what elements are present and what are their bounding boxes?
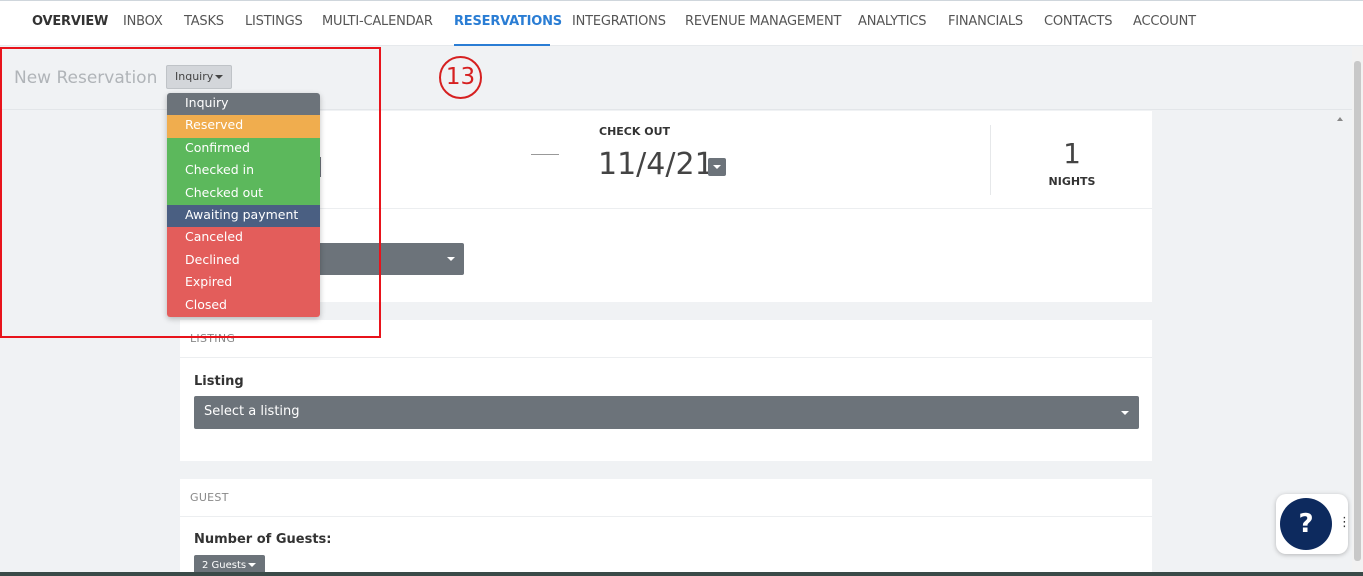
nav-item-reservations[interactable]: RESERVATIONS: [454, 14, 562, 29]
listing-select[interactable]: Select a listing: [194, 396, 1139, 429]
step-number-badge: 13: [439, 56, 482, 99]
chevron-down-icon: [713, 165, 721, 169]
listing-card: LISTING Listing Select a listing: [180, 320, 1152, 461]
guests-dropdown-value: 2 Guests: [202, 560, 247, 571]
help-button[interactable]: ?: [1280, 498, 1332, 550]
nights-label: NIGHTS: [1048, 175, 1096, 188]
chevron-down-icon: [1121, 411, 1129, 415]
nav-item-listings[interactable]: LISTINGS: [245, 14, 303, 29]
chevron-down-icon: [248, 563, 257, 567]
guests-field-label: Number of Guests:: [194, 532, 332, 547]
active-tab-indicator: [454, 44, 550, 46]
checkout-date-value[interactable]: 11/4/21: [598, 147, 714, 182]
checkout-date-picker-button[interactable]: [708, 158, 726, 176]
listing-field-label: Listing: [194, 374, 244, 389]
chevron-down-icon: [447, 257, 455, 261]
top-nav: OVERVIEW INBOX TASKS LISTINGS MULTI-CALE…: [0, 0, 1363, 46]
guest-card: GUEST Number of Guests: 2 Guests: [180, 479, 1152, 576]
nav-item-revenue-management[interactable]: REVENUE MANAGEMENT: [685, 14, 841, 29]
help-widget: ? ⋮: [1276, 494, 1351, 554]
highlight-box: [0, 47, 381, 338]
nights-count: 1: [1063, 137, 1081, 170]
scroll-up-arrow-icon[interactable]: [1337, 117, 1343, 121]
nav-item-analytics[interactable]: ANALYTICS: [858, 14, 926, 29]
nav-item-overview[interactable]: OVERVIEW: [32, 14, 108, 29]
scrollbar[interactable]: [1352, 47, 1363, 576]
more-options-icon[interactable]: ⋮: [1338, 515, 1351, 530]
divider: [990, 125, 991, 195]
nav-item-inbox[interactable]: INBOX: [123, 14, 163, 29]
nav-item-integrations[interactable]: INTEGRATIONS: [572, 14, 666, 29]
nav-item-contacts[interactable]: CONTACTS: [1044, 14, 1113, 29]
divider: [180, 516, 1152, 517]
nav-item-tasks[interactable]: TASKS: [184, 14, 224, 29]
scrollbar-thumb[interactable]: [1354, 61, 1361, 561]
date-range-separator: [531, 154, 559, 155]
taskbar: [0, 572, 1363, 576]
nav-item-multi-calendar[interactable]: MULTI-CALENDAR: [322, 14, 433, 29]
nav-item-account[interactable]: ACCOUNT: [1133, 14, 1196, 29]
section-label-guest: GUEST: [190, 491, 229, 504]
nav-item-financials[interactable]: FINANCIALS: [948, 14, 1023, 29]
checkout-label: CHECK OUT: [599, 125, 671, 138]
divider: [180, 357, 1152, 358]
listing-select-value: Select a listing: [204, 404, 300, 419]
